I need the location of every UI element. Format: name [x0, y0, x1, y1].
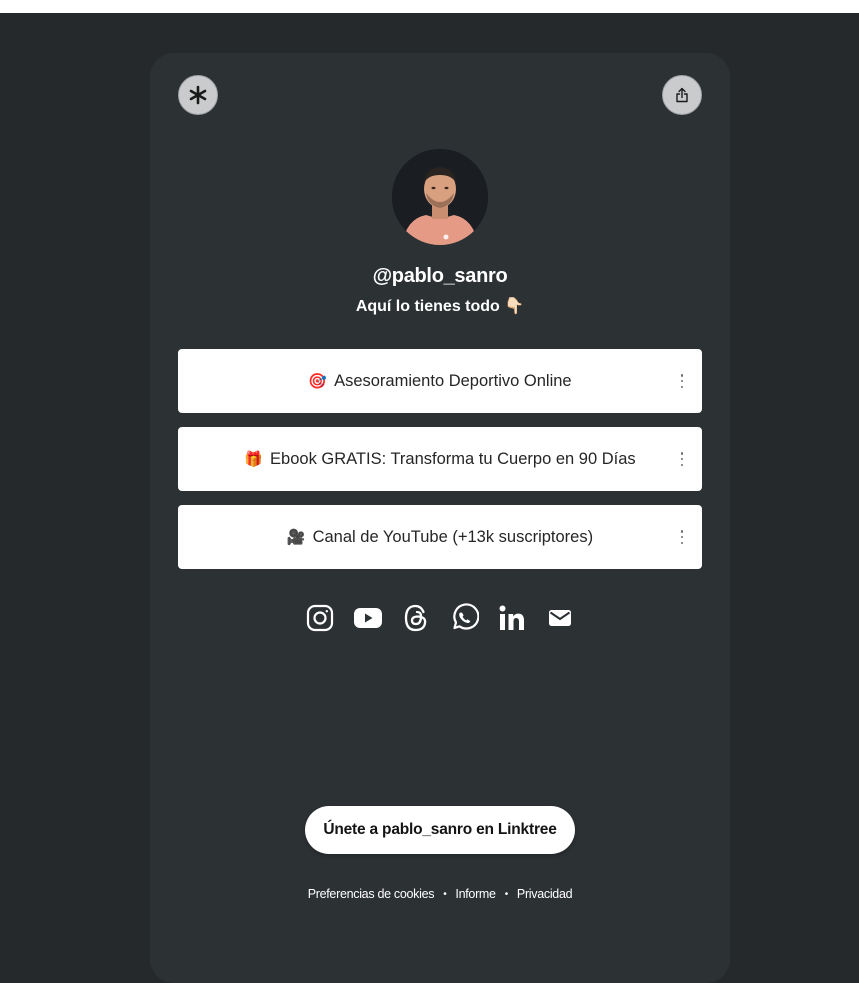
more-options-icon[interactable] — [676, 530, 688, 544]
social-icons — [300, 598, 580, 638]
share-icon — [676, 87, 688, 103]
report-link[interactable]: Informe — [455, 887, 496, 901]
cookie-preferences-link[interactable]: Preferencias de cookies — [308, 887, 435, 901]
share-button[interactable] — [662, 75, 702, 115]
target-emoji-icon: 🎯 — [308, 372, 328, 390]
more-options-icon[interactable] — [676, 374, 688, 388]
link-youtube[interactable]: 🎥 Canal de YouTube (+13k suscriptores) — [178, 505, 702, 569]
profile-card: @pablo_sanro Aquí lo tienes todo 👇🏻 🎯 As… — [150, 53, 730, 983]
profile-avatar — [392, 149, 488, 245]
more-options-icon[interactable] — [676, 452, 688, 466]
link-label: Ebook GRATIS: Transforma tu Cuerpo en 90… — [270, 449, 636, 468]
link-asesoramiento[interactable]: 🎯 Asesoramiento Deportivo Online — [178, 349, 702, 413]
link-label: Canal de YouTube (+13k suscriptores) — [312, 527, 594, 546]
profile-bio: Aquí lo tienes todo 👇🏻 — [355, 298, 525, 315]
linktree-logo-button[interactable] — [178, 75, 218, 115]
profile-handle: @pablo_sanro — [372, 265, 508, 287]
footer: Preferencias de cookies • Informe • Priv… — [150, 887, 730, 901]
footer-separator: • — [504, 888, 509, 900]
video-camera-emoji-icon: 🎥 — [286, 528, 306, 546]
link-label: Asesoramiento Deportivo Online — [334, 371, 572, 390]
email-icon[interactable] — [544, 602, 576, 634]
linkedin-icon[interactable] — [496, 602, 528, 634]
footer-separator: • — [443, 888, 447, 900]
privacy-link[interactable]: Privacidad — [517, 887, 573, 901]
instagram-icon[interactable] — [304, 602, 336, 634]
linktree-asterisk-icon — [189, 85, 207, 105]
join-linktree-button[interactable]: Únete a pablo_sanro en Linktree — [305, 806, 575, 854]
youtube-icon[interactable] — [352, 602, 384, 634]
threads-icon[interactable] — [400, 602, 432, 634]
link-ebook[interactable]: 🎁 Ebook GRATIS: Transforma tu Cuerpo en … — [178, 427, 702, 491]
gift-emoji-icon: 🎁 — [244, 450, 264, 468]
browser-top-bar — [0, 0, 859, 13]
whatsapp-icon[interactable] — [448, 602, 480, 634]
